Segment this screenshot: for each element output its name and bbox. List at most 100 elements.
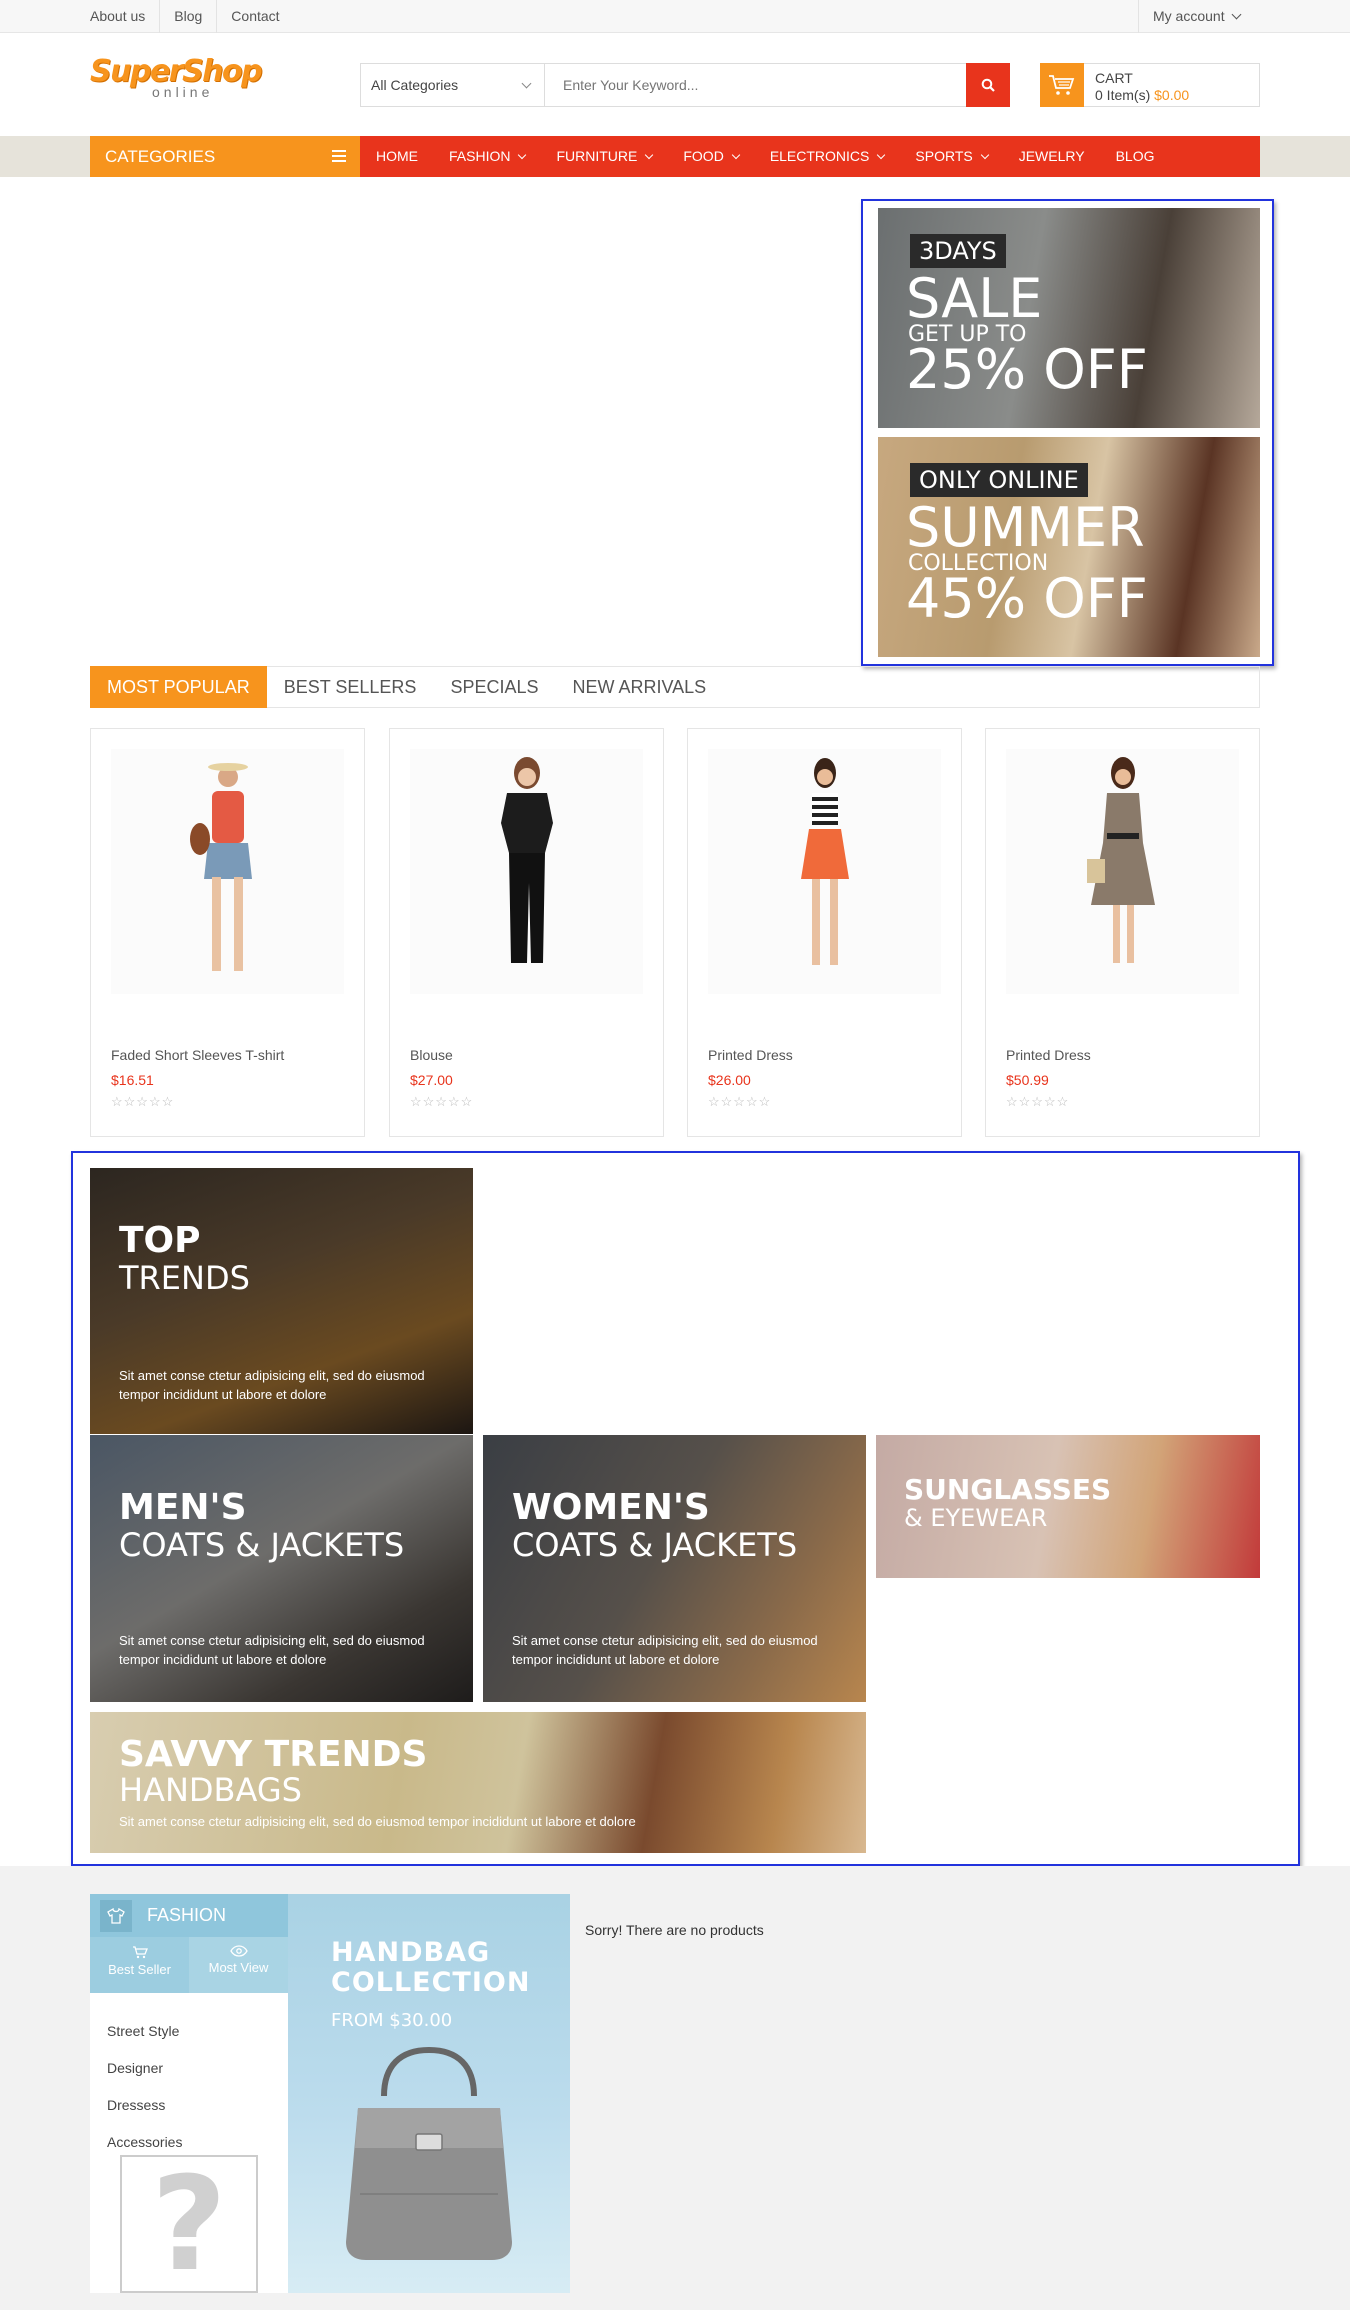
fashion-header: FASHION [90, 1894, 288, 1937]
tab-most-view[interactable]: Most View [189, 1937, 288, 1993]
banner-description: Sit amet conse ctetur adipisicing elit, … [119, 1633, 425, 1667]
nav-sports-label: SPORTS [915, 148, 973, 164]
site-logo[interactable]: SuperShop online [90, 56, 263, 101]
nav-furniture[interactable]: FURNITURE [556, 136, 654, 177]
banner-description: Sit amet conse ctetur adipisicing elit, … [512, 1633, 818, 1667]
cart-icon [132, 1946, 148, 1959]
nav-electronics[interactable]: ELECTRONICS [769, 136, 886, 177]
product-price: $16.51 [111, 1072, 154, 1088]
product-price: $50.99 [1006, 1072, 1049, 1088]
eye-icon [229, 1945, 248, 1957]
promo-headline: SUMMER [906, 496, 1145, 559]
cart-items: 0 Item(s) [1095, 87, 1151, 103]
categories-label: CATEGORIES [105, 147, 216, 166]
banner-description: Sit amet conse ctetur adipisicing elit, … [119, 1814, 636, 1829]
fashion-title: FASHION [147, 1905, 227, 1925]
product-name[interactable]: Faded Short Sleeves T-shirt [111, 1047, 284, 1063]
blog-link[interactable]: Blog [160, 0, 218, 33]
my-account-label: My account [1153, 8, 1225, 24]
nav-blog-label: BLOG [1115, 148, 1155, 164]
banner-womens-coats[interactable]: WOMEN'S COATS & JACKETS Sit amet conse c… [483, 1435, 866, 1702]
banner-top-trends[interactable]: TOP TRENDS Sit amet conse ctetur adipisi… [90, 1168, 473, 1434]
shirt-icon [100, 1900, 132, 1932]
product-price: $26.00 [708, 1072, 751, 1088]
fashion-link-dressess[interactable]: Dressess [107, 2087, 288, 2124]
banner-description: Sit amet conse ctetur adipisicing elit, … [119, 1368, 425, 1402]
cart-icon [1040, 63, 1084, 107]
product-image[interactable] [1006, 749, 1239, 994]
promo-banner-sale[interactable]: 3DAYS SALE GET UP TO 25% OFF [878, 208, 1260, 428]
handbag-collection-banner[interactable]: HANDBAG COLLECTION FROM $30.00 [288, 1894, 570, 2293]
chevron-down-icon [731, 150, 741, 160]
tab-most-view-label: Most View [208, 1960, 269, 1975]
banner-subtitle: COATS & JACKETS [119, 1526, 405, 1564]
banner-subtitle: HANDBAGS [119, 1771, 302, 1809]
fashion-category-list: Street Style Designer Dressess Accessori… [90, 1993, 288, 2153]
banner-title: SUNGLASSES [904, 1473, 1112, 1506]
nav-sports[interactable]: SPORTS [915, 136, 989, 177]
banner-subtitle: TRENDS [119, 1259, 250, 1297]
tab-most-popular[interactable]: MOST POPULAR [90, 666, 267, 708]
product-name[interactable]: Printed Dress [708, 1047, 793, 1063]
menu-icon [332, 150, 346, 162]
banner-mens-coats[interactable]: MEN'S COATS & JACKETS Sit amet conse cte… [90, 1435, 473, 1702]
my-account-dropdown[interactable]: My account [1138, 0, 1260, 33]
chevron-down-icon [645, 150, 654, 160]
contact-link[interactable]: Contact [217, 0, 293, 33]
search-button[interactable] [966, 63, 1010, 107]
product-tabs: MOST POPULAR BEST SELLERS SPECIALS NEW A… [90, 666, 1260, 708]
chevron-down-icon [521, 78, 532, 89]
tab-specials[interactable]: SPECIALS [433, 667, 555, 707]
promo-tag: 3DAYS [910, 234, 1006, 268]
chevron-down-icon [1231, 9, 1242, 20]
promo-banner-summer[interactable]: ONLY ONLINE SUMMER COLLECTION 45% OFF [878, 437, 1260, 657]
banner-sunglasses[interactable]: SUNGLASSES & EYEWEAR [876, 1435, 1260, 1578]
promo-tag: ONLY ONLINE [910, 463, 1088, 497]
fashion-link-designer[interactable]: Designer [107, 2050, 288, 2087]
product-name[interactable]: Blouse [410, 1047, 453, 1063]
nav-fashion[interactable]: FASHION [449, 136, 527, 177]
tab-new-arrivals[interactable]: NEW ARRIVALS [555, 667, 723, 707]
cart-summary: CART 0 Item(s) $0.00 [1095, 70, 1189, 104]
image-placeholder-icon: ? [120, 2155, 258, 2293]
banner-subtitle: COATS & JACKETS [512, 1526, 798, 1564]
product-image[interactable] [111, 749, 344, 994]
product-card[interactable]: Blouse $27.00 ☆☆☆☆☆ [389, 728, 664, 1137]
rating-stars-icon: ☆☆☆☆☆ [1006, 1094, 1070, 1109]
nav-jewelry[interactable]: JEWELRY [1019, 136, 1085, 177]
product-card[interactable]: Faded Short Sleeves T-shirt $16.51 ☆☆☆☆☆ [90, 728, 365, 1137]
product-image[interactable] [410, 749, 643, 994]
nav-home[interactable]: HOME [376, 136, 418, 177]
tab-best-sellers[interactable]: BEST SELLERS [267, 667, 434, 707]
categories-menu-button[interactable]: CATEGORIES [90, 136, 360, 177]
search-category-select[interactable]: All Categories [361, 64, 545, 106]
promo-headline: SALE [906, 267, 1043, 330]
cart-label: CART [1095, 70, 1133, 86]
nav-blog[interactable]: BLOG [1116, 136, 1155, 177]
product-card[interactable]: Printed Dress $50.99 ☆☆☆☆☆ [985, 728, 1260, 1137]
rating-stars-icon: ☆☆☆☆☆ [708, 1094, 772, 1109]
main-nav: HOME FASHION FURNITURE FOOD ELECTRONICS … [360, 136, 1260, 177]
nav-food-label: FOOD [683, 148, 724, 164]
cart-widget[interactable]: CART 0 Item(s) $0.00 [1040, 63, 1260, 107]
chevron-down-icon [877, 150, 886, 160]
search-input[interactable] [545, 64, 966, 106]
product-price: $27.00 [410, 1072, 453, 1088]
no-products-message: Sorry! There are no products [585, 1922, 764, 1938]
product-card[interactable]: Printed Dress $26.00 ☆☆☆☆☆ [687, 728, 962, 1137]
banner-title: MEN'S [119, 1487, 247, 1528]
banner-subtitle: & EYEWEAR [904, 1504, 1048, 1532]
banner-savvy-handbags[interactable]: SAVVY TRENDS HANDBAGS Sit amet conse cte… [90, 1712, 866, 1853]
product-image[interactable] [708, 749, 941, 994]
nav-food[interactable]: FOOD [683, 136, 741, 177]
rating-stars-icon: ☆☆☆☆☆ [111, 1094, 175, 1109]
about-us-link[interactable]: About us [90, 0, 161, 33]
nav-electronics-label: ELECTRONICS [769, 148, 870, 164]
nav-fashion-label: FASHION [449, 148, 511, 164]
product-name[interactable]: Printed Dress [1006, 1047, 1091, 1063]
search-category-value: All Categories [371, 77, 459, 93]
tab-best-seller[interactable]: Best Seller [90, 1937, 189, 1993]
nav-furniture-label: FURNITURE [556, 148, 638, 164]
search-icon [981, 78, 995, 92]
fashion-link-street-style[interactable]: Street Style [107, 2013, 288, 2050]
